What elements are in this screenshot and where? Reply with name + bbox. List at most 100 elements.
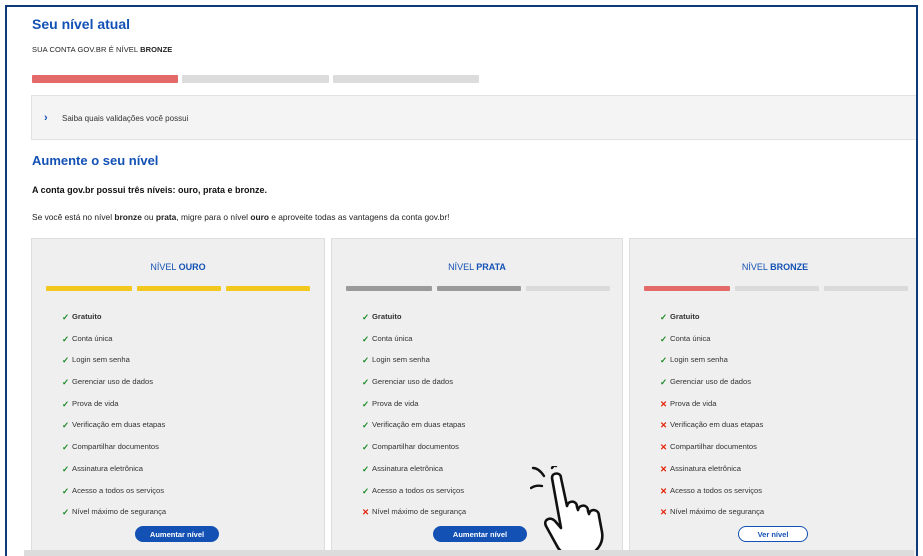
feature-item: ✓ Login sem senha xyxy=(660,355,764,377)
feature-item: ✓ Assinatura eletrônica xyxy=(62,464,166,486)
x-icon: ✕ xyxy=(660,442,668,453)
x-icon: ✕ xyxy=(660,398,668,409)
page-frame: Seu nível atual SUA CONTA GOV.BR É NÍVEL… xyxy=(5,5,918,556)
increase-level-button-prata[interactable]: Aumentar nível xyxy=(433,526,527,542)
level-bar-2 xyxy=(182,75,329,83)
feature-item: ✓ Assinatura eletrônica xyxy=(362,464,466,486)
check-icon: ✓ xyxy=(62,377,70,388)
feature-list: ✓ Gratuito ✓ Conta única ✓ Login sem senha ✓ Ge… xyxy=(62,312,166,529)
levels-description-part: , migre para o nível xyxy=(176,212,251,222)
feature-label: Assinatura eletrônica xyxy=(372,463,443,473)
level-card-prefix: NÍVEL xyxy=(150,262,179,272)
feature-label: Gratuito xyxy=(670,312,700,321)
level-card-bar xyxy=(46,286,132,291)
feature-item: ✓ Gratuito xyxy=(62,312,166,334)
feature-label: Login sem senha xyxy=(670,355,728,365)
feature-item: ✕ Assinatura eletrônica xyxy=(660,464,764,486)
level-card-bars xyxy=(346,286,610,291)
feature-item: ✓ Gratuito xyxy=(362,312,466,334)
levels-description-bronze: bronze xyxy=(114,212,142,222)
level-card-name: OURO xyxy=(178,262,206,272)
levels-description-ouro: ouro xyxy=(250,212,269,222)
chevron-right-icon: › xyxy=(44,112,48,124)
x-icon: ✕ xyxy=(660,485,668,496)
check-icon: ✓ xyxy=(660,355,668,366)
check-icon: ✓ xyxy=(660,377,668,388)
level-cards: NÍVEL OURO ✓ Gratuito ✓ Conta única ✓ Login s… xyxy=(31,238,916,556)
feature-item: ✓ Gerenciar uso de dados xyxy=(362,377,466,399)
feature-item: ✓ Verificação em duas etapas xyxy=(362,420,466,442)
view-level-button-bronze[interactable]: Ver nível xyxy=(738,526,808,542)
feature-label: Gerenciar uso de dados xyxy=(670,377,752,387)
level-card-bar xyxy=(437,286,521,291)
check-icon: ✓ xyxy=(62,463,70,474)
feature-item: ✓ Conta única xyxy=(660,334,764,356)
feature-label: Conta única xyxy=(372,333,413,343)
x-icon: ✕ xyxy=(660,507,668,518)
feature-item: ✓ Login sem senha xyxy=(362,355,466,377)
check-icon: ✓ xyxy=(62,507,70,518)
level-card-prefix: NÍVEL xyxy=(741,262,771,272)
feature-item: ✓ Prova de vida xyxy=(62,399,166,421)
feature-label: Prova de vida xyxy=(72,398,119,408)
feature-label: Compartilhar documentos xyxy=(670,442,757,452)
level-card-name: PRATA xyxy=(476,262,506,272)
feature-label: Gerenciar uso de dados xyxy=(372,377,454,387)
check-icon: ✓ xyxy=(362,312,370,322)
level-card-title: NÍVEL OURO xyxy=(32,262,324,272)
feature-item: ✓ Acesso a todos os serviços xyxy=(62,486,166,508)
check-icon: ✓ xyxy=(62,442,70,453)
feature-label: Compartilhar documentos xyxy=(372,442,459,452)
feature-item: ✓ Login sem senha xyxy=(62,355,166,377)
check-icon: ✓ xyxy=(62,312,70,322)
level-bar-1 xyxy=(32,75,179,83)
feature-item: ✓ Compartilhar documentos xyxy=(362,442,466,464)
feature-item: ✓ Conta única xyxy=(62,334,166,356)
feature-item: ✕ Prova de vida xyxy=(660,399,764,421)
feature-item: ✓ Conta única xyxy=(362,334,466,356)
check-icon: ✓ xyxy=(62,398,70,409)
level-card-bar xyxy=(137,286,221,291)
increase-level-button-ouro[interactable]: Aumentar nível xyxy=(135,526,219,542)
check-icon: ✓ xyxy=(362,377,370,388)
feature-item: ✕ Compartilhar documentos xyxy=(660,442,764,464)
hand-pointer-icon xyxy=(530,466,604,556)
level-card-bar xyxy=(824,286,908,291)
feature-item: ✓ Gerenciar uso de dados xyxy=(62,377,166,399)
level-card-title: NÍVEL BRONZE xyxy=(630,262,916,272)
level-card-title: NÍVEL PRATA xyxy=(332,262,622,272)
check-icon: ✓ xyxy=(362,420,370,431)
feature-label: Conta única xyxy=(72,333,113,343)
feature-label: Conta única xyxy=(670,333,711,343)
level-card-bronze: NÍVEL BRONZE ✓ Gratuito ✓ Conta única ✓ Login… xyxy=(629,238,916,556)
feature-item: ✓ Prova de vida xyxy=(362,399,466,421)
level-bar-3 xyxy=(332,75,479,83)
validations-accordion-label: Saiba quais validações você possui xyxy=(62,114,189,123)
feature-label: Gerenciar uso de dados xyxy=(72,377,154,387)
level-card-bar xyxy=(644,286,730,291)
account-level-prefix: SUA CONTA GOV.BR É NÍVEL xyxy=(32,45,141,54)
feature-label: Assinatura eletrônica xyxy=(72,463,143,473)
check-icon: ✓ xyxy=(362,333,370,344)
level-card-prefix: NÍVEL xyxy=(448,262,477,272)
feature-label: Prova de vida xyxy=(372,398,419,408)
feature-label: Verificação em duas etapas xyxy=(372,420,466,430)
current-level-bars xyxy=(32,75,479,85)
levels-description-part: Se você está no nível xyxy=(32,212,115,222)
check-icon: ✓ xyxy=(362,463,370,474)
feature-item: ✓ Verificação em duas etapas xyxy=(62,420,166,442)
level-card-bars xyxy=(644,286,908,291)
validations-accordion[interactable]: › Saiba quais validações você possui xyxy=(31,95,916,140)
check-icon: ✓ xyxy=(62,333,70,344)
feature-item: ✓ Gerenciar uso de dados xyxy=(660,377,764,399)
x-icon: ✕ xyxy=(362,507,370,518)
feature-list: ✓ Gratuito ✓ Conta única ✓ Login sem senha ✓ Ge… xyxy=(660,312,764,529)
increase-level-title: Aumente o seu nível xyxy=(32,153,159,168)
level-card-bar xyxy=(226,286,310,291)
feature-label: Prova de vida xyxy=(670,398,717,408)
feature-label: Nível máximo de segurança xyxy=(72,507,167,517)
check-icon: ✓ xyxy=(362,398,370,409)
feature-label: Login sem senha xyxy=(372,355,430,365)
feature-label: Acesso a todos os serviços xyxy=(670,485,763,495)
feature-label: Login sem senha xyxy=(72,355,130,365)
